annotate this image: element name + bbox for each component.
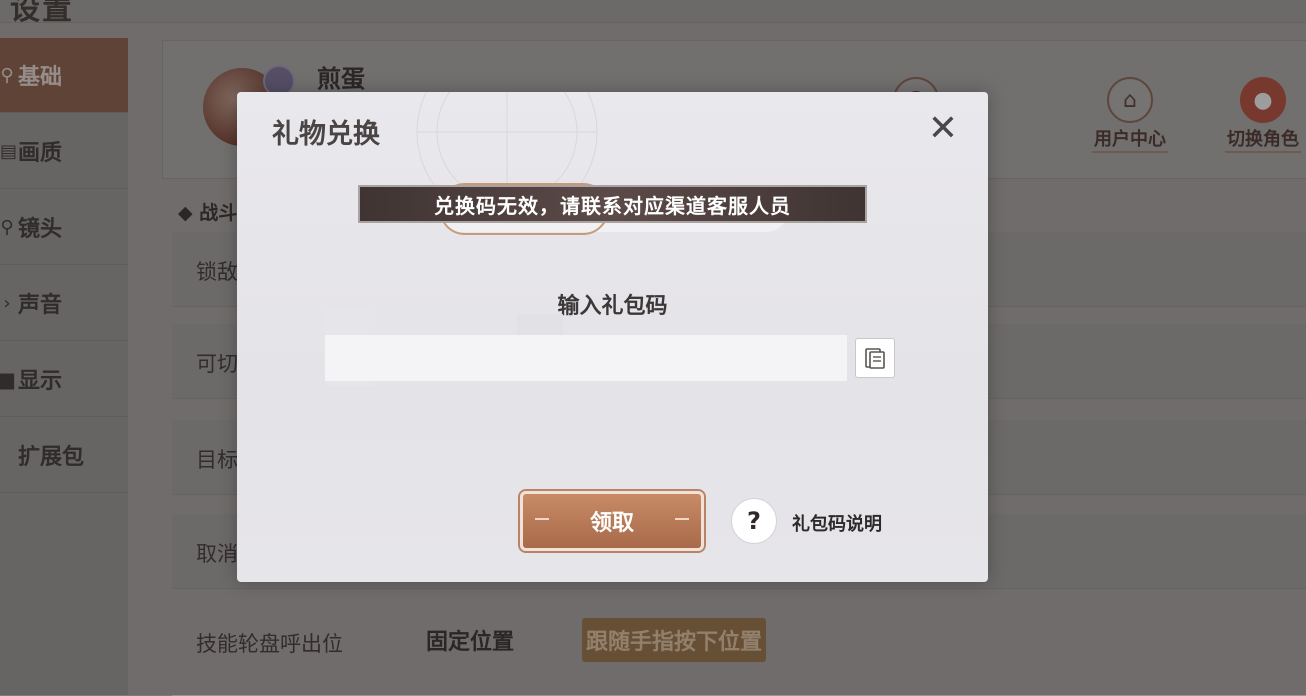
- close-icon[interactable]: ✕: [926, 111, 960, 147]
- claim-button[interactable]: 领取: [520, 491, 704, 551]
- claim-button-label: 领取: [589, 511, 634, 536]
- clipboard-icon: [865, 348, 885, 369]
- button-ornament: [535, 518, 549, 520]
- dialog-title: 礼物兑换: [272, 119, 380, 150]
- button-ornament: [675, 518, 689, 520]
- question-icon[interactable]: ?: [731, 498, 777, 544]
- paste-button[interactable]: [855, 338, 895, 378]
- gift-code-input[interactable]: [325, 335, 847, 381]
- error-toast: 兑换码无效，请联系对应渠道客服人员: [358, 185, 867, 223]
- gift-redeem-dialog: 礼物兑换 ✕ 兑换码无效，请联系对应渠道客服人员 输入礼包码 领取 ? 礼包码说…: [237, 92, 988, 582]
- gift-code-help-link[interactable]: 礼包码说明: [792, 510, 882, 536]
